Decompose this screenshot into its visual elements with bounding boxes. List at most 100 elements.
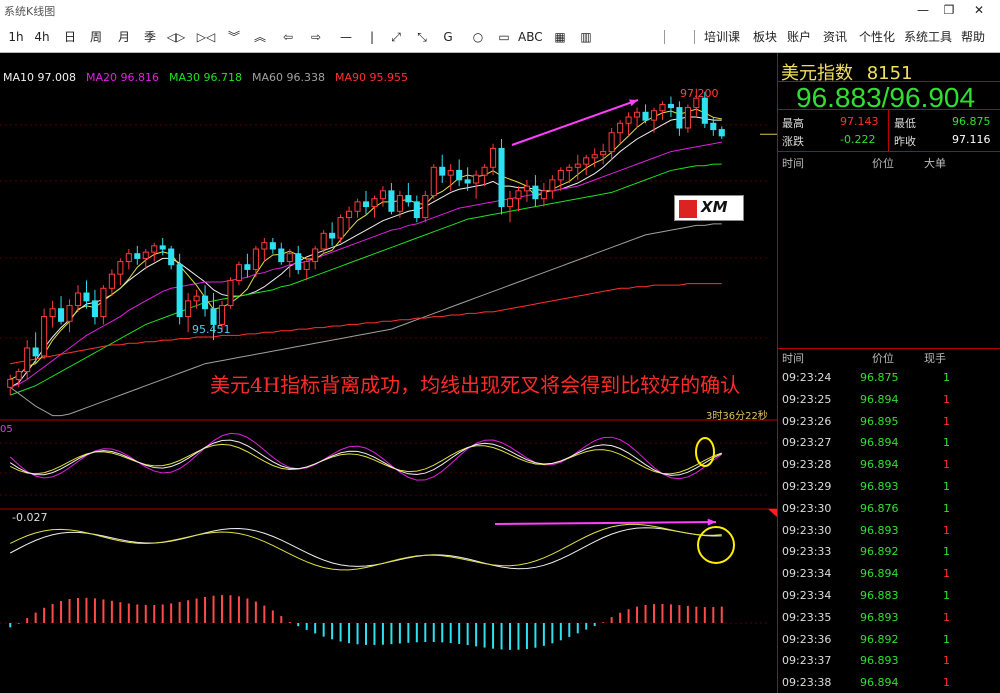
menu-item-2[interactable]: 账户 [786,28,812,46]
tick-row[interactable]: 09:23:34 96.883 1 [778,585,1000,607]
toolbar-tool-9[interactable]: ︽ [248,28,272,46]
tick-time: 09:23:36 [782,632,832,646]
quote-panel: 美元指数 8151 96.883/96.904 最高 97.143 最低 96.875… [777,53,1000,693]
tick-price: 96.876 [860,501,899,515]
candle-body [108,273,115,289]
tick-row[interactable]: 09:23:38 96.894 1 [778,672,1000,693]
menu-item-3[interactable]: 资讯 [822,28,848,46]
stat-label: 昨收 [894,135,916,148]
toolbar-separator [664,30,665,44]
ma-legend: MA10 97.008 MA20 96.816 MA30 96.718 MA60 96… [3,71,418,84]
candle-body [362,201,370,208]
tick-row[interactable]: 09:23:34 96.894 1 [778,563,1000,585]
toolbar-tool-12[interactable]: — [334,28,358,46]
tick-price: 96.892 [860,632,899,646]
tick-row[interactable]: 09:23:26 96.895 1 [778,411,1000,433]
tick-row[interactable]: 09:23:35 96.893 1 [778,607,1000,629]
kdj-value-label: 05 [0,424,13,435]
toolbar-tool-19[interactable]: ABC [518,28,543,46]
menu-item-5[interactable]: 系统工具 [904,28,952,46]
toolbar-tool-0[interactable]: 1h [4,28,28,46]
trend-arrow-macd-head [707,518,716,526]
candle-body [91,300,98,318]
tick-row[interactable]: 09:23:30 96.893 1 [778,520,1000,542]
candle-body [608,132,615,153]
tick-qty: 1 [943,610,950,624]
xm-logo-mark-icon [679,200,697,218]
maximize-button[interactable]: ❐ [936,2,962,18]
candle-body [456,169,463,181]
tick-price: 96.894 [860,458,899,472]
toolbar-tool-14[interactable]: ⤢ [384,28,408,46]
candle-body [464,179,471,184]
tick-time: 09:23:27 [782,436,832,450]
toolbar-tool-20[interactable]: ▦ [548,28,572,46]
candle-body [295,253,302,270]
toolbar-tool-3[interactable]: 周 [84,28,108,46]
toolbar-tool-18[interactable]: ▭ [492,28,516,46]
tick-time: 09:23:33 [782,545,832,559]
candle-body [32,347,39,357]
stat-value: 97.143 [840,115,879,128]
menu-item-1[interactable]: 板块 [752,28,778,46]
candle-body [134,253,141,259]
candle-body [244,264,251,270]
toolbar-tool-6[interactable]: ◁▷ [164,28,188,46]
tick-price: 96.893 [860,654,899,668]
column-header: 价位 [872,157,894,170]
column-header: 时间 [782,157,804,170]
candle-body [481,166,488,176]
ma-legend-item: MA60 96.338 [252,71,325,84]
toolbar-tool-2[interactable]: 日 [58,28,82,46]
minimize-button[interactable]: — [910,2,936,18]
tick-row[interactable]: 09:23:37 96.893 1 [778,650,1000,672]
candle-body [515,190,522,200]
toolbar-tool-1[interactable]: 4h [30,28,54,46]
menu-item-0[interactable]: 培训课 [702,28,742,46]
analysis-annotation: 美元4H指标背离成功，均线出现死叉将会得到比较好的确认 [210,373,741,397]
tick-qty: 1 [943,501,950,515]
toolbar-tool-21[interactable]: ▥ [574,28,598,46]
toolbar-tool-5[interactable]: 季 [138,28,162,46]
toolbar-tool-11[interactable]: ⇨ [304,28,328,46]
candle-body [540,190,547,200]
toolbar-tool-17[interactable]: ○ [466,28,490,46]
candle-body [269,242,276,250]
tick-row[interactable]: 09:23:28 96.894 1 [778,454,1000,476]
tick-qty: 1 [943,414,950,428]
toolbar-tool-10[interactable]: ⇦ [276,28,300,46]
tick-row[interactable]: 09:23:30 96.876 1 [778,498,1000,520]
toolbar-tool-8[interactable]: ︾ [222,28,246,46]
tick-price: 96.894 [860,676,899,690]
tick-price: 96.894 [860,392,899,406]
tick-row[interactable]: 09:23:36 96.892 1 [778,629,1000,651]
candle-body [74,292,82,307]
tick-time: 09:23:24 [782,371,832,384]
trend-arrow-macd [494,521,717,525]
kline-chart[interactable]: MA10 97.008 MA20 96.816 MA30 96.718 MA60 96… [0,53,777,693]
trend-arrow-price-head [629,99,638,107]
close-button[interactable]: ✕ [966,2,992,18]
tick-row[interactable]: 09:23:24 96.875 1 [778,367,1000,389]
tick-qty: 1 [943,676,950,690]
toolbar-tool-13[interactable]: | [360,28,384,46]
candle-body [329,232,336,239]
candle-body [490,147,497,168]
toolbar-separator [694,30,695,44]
tick-row[interactable]: 09:23:33 96.892 1 [778,541,1000,563]
candle-body [523,185,530,192]
toolbar-tool-7[interactable]: ▷◁ [194,28,218,46]
tick-row[interactable]: 09:23:25 96.894 1 [778,389,1000,411]
toolbar-tool-16[interactable]: G [436,28,460,46]
tick-row[interactable]: 09:23:27 96.894 1 [778,432,1000,454]
tick-row[interactable]: 09:23:29 96.893 1 [778,476,1000,498]
divider [778,151,1000,152]
toolbar-tool-4[interactable]: 月 [112,28,136,46]
menu-item-6[interactable]: 帮助 [958,28,988,46]
menu-item-4[interactable]: 个性化 [858,28,896,46]
candle-body [176,264,183,318]
toolbar-tool-15[interactable]: ⤡ [410,28,434,46]
low-price-label: 95.451 [192,323,231,336]
stat-label: 最高 [782,117,804,130]
candle-body [185,300,192,318]
